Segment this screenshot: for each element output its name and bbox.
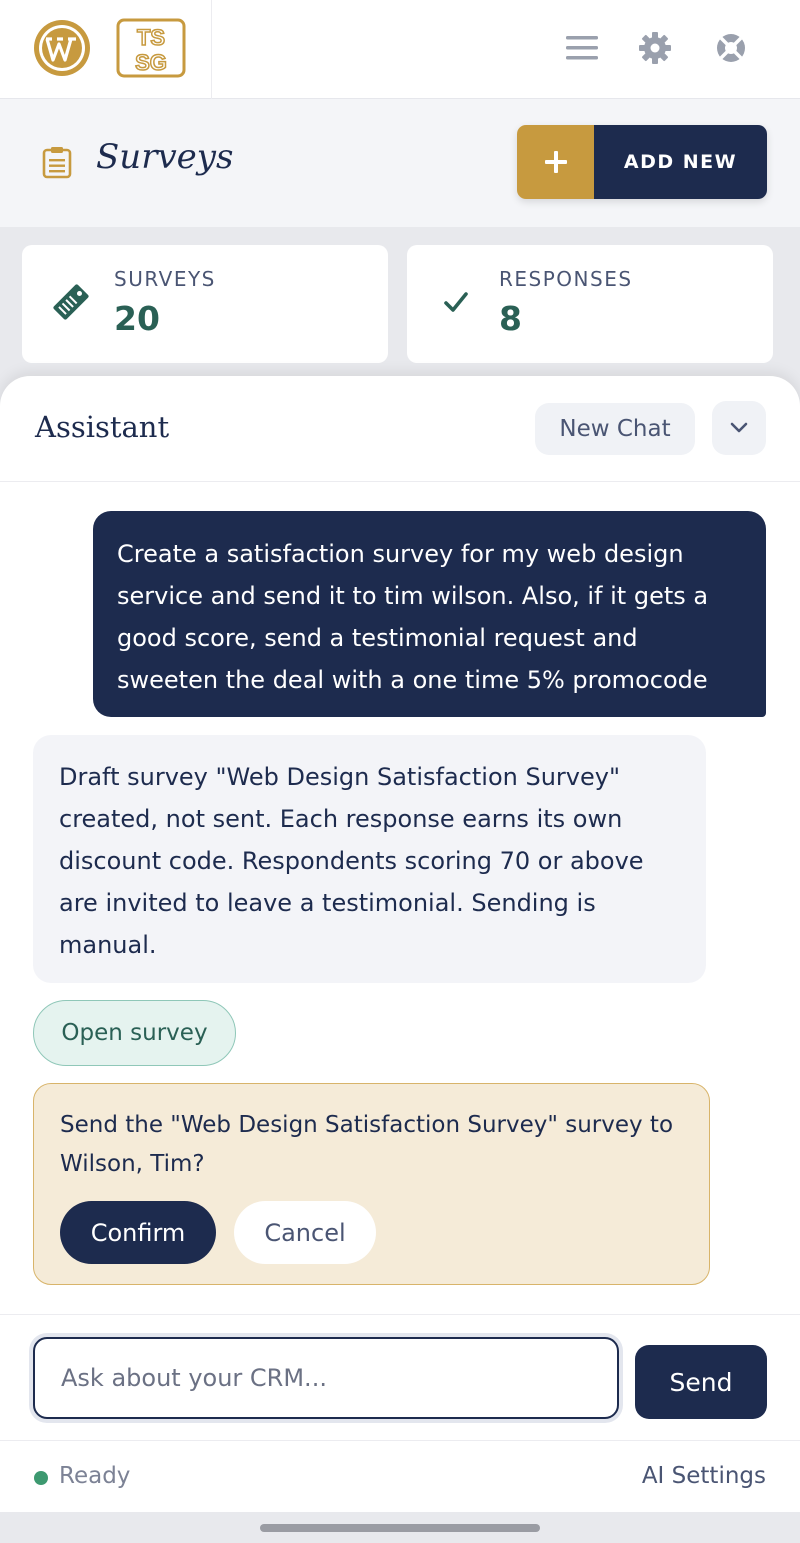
responses-stat-value: 8 (499, 299, 522, 338)
clipboard-icon (42, 147, 72, 179)
tssg-logo-line1: TS (137, 25, 165, 50)
responses-stat-label: RESPONSES (499, 267, 633, 291)
status-indicator-dot (34, 1471, 48, 1485)
tssg-logo-line2: SG (135, 50, 167, 75)
open-survey-button[interactable]: Open survey (33, 1000, 236, 1066)
ai-settings-link[interactable]: AI Settings (642, 1463, 766, 1489)
stats-section: SURVEYS 20 RESPONSES 8 (0, 227, 800, 387)
assistant-title: Assistant (35, 410, 170, 444)
tssg-logo[interactable]: TS SG (116, 18, 186, 78)
plus-icon (517, 125, 594, 199)
wordpress-logo[interactable] (32, 18, 92, 78)
assistant-message: Draft survey "Web Design Satisfaction Su… (33, 735, 706, 983)
home-indicator[interactable] (260, 1524, 540, 1532)
checkmark-icon (444, 292, 468, 312)
surveys-stat-card[interactable]: SURVEYS 20 (22, 245, 388, 363)
page-title: Surveys (96, 137, 234, 177)
add-new-label: ADD NEW (594, 125, 767, 199)
collapse-button[interactable] (712, 401, 766, 455)
status-text: Ready (59, 1463, 131, 1489)
add-new-button[interactable]: ADD NEW (517, 125, 767, 199)
new-chat-button[interactable]: New Chat (535, 403, 695, 455)
surveys-stat-value: 20 (114, 299, 160, 338)
system-home-bar (0, 1512, 800, 1543)
status-bar: Ready AI Settings (0, 1440, 800, 1512)
chevron-down-icon (730, 422, 748, 433)
lifebuoy-icon[interactable] (711, 28, 751, 68)
chat-input[interactable] (33, 1337, 619, 1419)
top-bar: TS SG (0, 0, 800, 99)
chat-input-bar: Send (0, 1314, 800, 1440)
hamburger-menu-icon[interactable] (562, 28, 602, 68)
assistant-panel: Assistant New Chat Create a satisfaction… (0, 376, 800, 1512)
user-message: Create a satisfaction survey for my web … (93, 511, 766, 717)
send-confirmation-card: Send the "Web Design Satisfaction Survey… (33, 1083, 710, 1285)
confirm-button[interactable]: Confirm (60, 1201, 216, 1264)
surveys-stat-label: SURVEYS (114, 267, 216, 291)
page-header: Surveys ADD NEW (0, 99, 800, 227)
cancel-button[interactable]: Cancel (234, 1201, 376, 1264)
confirmation-prompt: Send the "Web Design Satisfaction Survey… (60, 1112, 674, 1177)
assistant-header: Assistant New Chat (0, 376, 800, 482)
gear-icon[interactable] (635, 28, 675, 68)
logo-zone: TS SG (0, 0, 212, 99)
tag-icon (53, 284, 89, 320)
send-button[interactable]: Send (635, 1345, 767, 1419)
responses-stat-card[interactable]: RESPONSES 8 (407, 245, 773, 363)
